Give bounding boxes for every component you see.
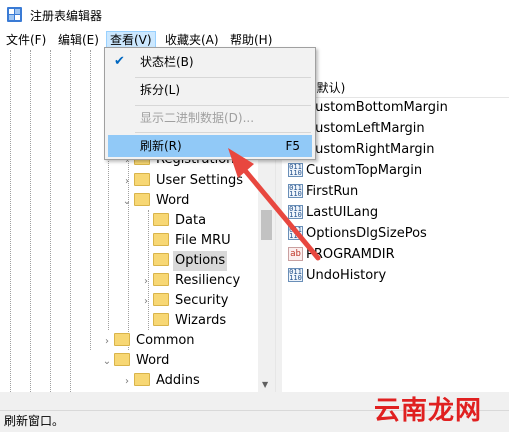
chevron-right-icon[interactable]: ›	[120, 172, 134, 192]
chevron-right-icon[interactable]: ›	[100, 332, 114, 352]
tree-guide-line	[70, 50, 71, 392]
value-row[interactable]: 011 110 FirstRun	[282, 181, 509, 202]
tree-node-word[interactable]: ⌄ Word	[120, 191, 191, 211]
tree-node-addins[interactable]: › Addins	[120, 371, 202, 391]
folder-icon	[134, 173, 150, 186]
view-dropdown-menu: ✔ 状态栏(B) 拆分(L) 显示二进制数据(D)... 刷新(R) F5	[104, 47, 316, 160]
folder-icon	[153, 273, 169, 286]
chevron-down-icon[interactable]: ⌄	[120, 192, 134, 212]
menu-file[interactable]: 文件(F)	[3, 31, 49, 49]
scroll-down-arrow-icon[interactable]: ▼	[262, 380, 268, 389]
menu-item-split[interactable]: 拆分(L)	[108, 79, 312, 101]
folder-icon	[134, 193, 150, 206]
folder-icon	[114, 333, 130, 346]
chevron-right-icon[interactable]: ›	[139, 272, 153, 292]
menu-separator	[135, 77, 311, 78]
folder-icon	[114, 353, 130, 366]
value-row[interactable]: 011 110 OptionsDlgSizePos	[282, 223, 509, 244]
tree-guide-line	[10, 50, 11, 392]
folder-icon	[153, 253, 169, 266]
binary-value-icon: 011 110	[288, 268, 303, 282]
menu-item-show-binary: 显示二进制数据(D)...	[140, 111, 255, 125]
tree-node-data[interactable]: Data	[139, 211, 208, 231]
tree-node-options[interactable]: Options	[139, 251, 228, 271]
binary-value-icon: 011 110	[288, 184, 303, 198]
menu-item-statusbar[interactable]: ✔ 状态栏(B)	[108, 51, 312, 73]
tree-horizontal-scrollbar[interactable]	[0, 392, 276, 410]
value-row[interactable]: 011 110 LastUILang	[282, 202, 509, 223]
tree-node-user-settings[interactable]: › User Settings	[120, 171, 245, 191]
menu-separator	[135, 132, 311, 133]
menu-separator	[135, 105, 311, 106]
tree-node-file-mru[interactable]: File MRU	[139, 231, 233, 251]
tree-node-common[interactable]: › Common	[100, 331, 197, 351]
checkmark-icon: ✔	[114, 54, 125, 69]
value-row[interactable]: ab PROGRAMDIR	[282, 244, 509, 265]
menu-edit[interactable]: 编辑(E)	[55, 31, 102, 49]
tree-guide-line	[90, 50, 91, 350]
value-row[interactable]: 011 110 CustomRightMargin	[282, 139, 509, 160]
window-title: 注册表编辑器	[30, 9, 103, 23]
tree-guide-line	[30, 50, 31, 392]
title-bar: 注册表编辑器	[0, 0, 509, 30]
folder-icon	[153, 213, 169, 226]
shortcut-label: F5	[285, 139, 300, 153]
value-row[interactable]: 011 110 CustomTopMargin	[282, 160, 509, 181]
binary-value-icon: 011 110	[288, 163, 303, 177]
watermark-text: 云南龙网	[374, 396, 483, 426]
chevron-down-icon[interactable]: ⌄	[100, 352, 114, 372]
folder-icon	[153, 313, 169, 326]
registry-editor-app-icon	[7, 7, 22, 22]
tree-node-word-2[interactable]: ⌄ Word	[100, 351, 171, 371]
string-value-icon: ab	[288, 247, 303, 261]
folder-icon	[134, 373, 150, 386]
value-row[interactable]: 011 110 CustomLeftMargin	[282, 118, 509, 139]
value-row[interactable]: 011 110 CustomBottomMargin	[282, 97, 509, 118]
tree-guide-line	[50, 50, 51, 392]
chevron-right-icon[interactable]: ›	[120, 372, 134, 392]
menu-item-refresh[interactable]: 刷新(R) F5	[108, 135, 312, 157]
binary-value-icon: 011 110	[288, 226, 303, 240]
folder-icon	[153, 293, 169, 306]
tree-node-resiliency[interactable]: › Resiliency	[139, 271, 242, 291]
chevron-right-icon[interactable]: ›	[139, 292, 153, 312]
folder-icon	[153, 233, 169, 246]
scrollbar-thumb[interactable]	[261, 210, 272, 240]
binary-value-icon: 011 110	[288, 205, 303, 219]
default-value-row[interactable]: (默认)	[282, 78, 509, 98]
tree-node-security[interactable]: › Security	[139, 291, 230, 311]
value-row[interactable]: 011 110 UndoHistory	[282, 265, 509, 286]
registry-values-pane[interactable]: (默认) 011 110 CustomBottomMargin 011 110 …	[282, 50, 509, 410]
tree-node-wizards[interactable]: Wizards	[139, 311, 228, 331]
